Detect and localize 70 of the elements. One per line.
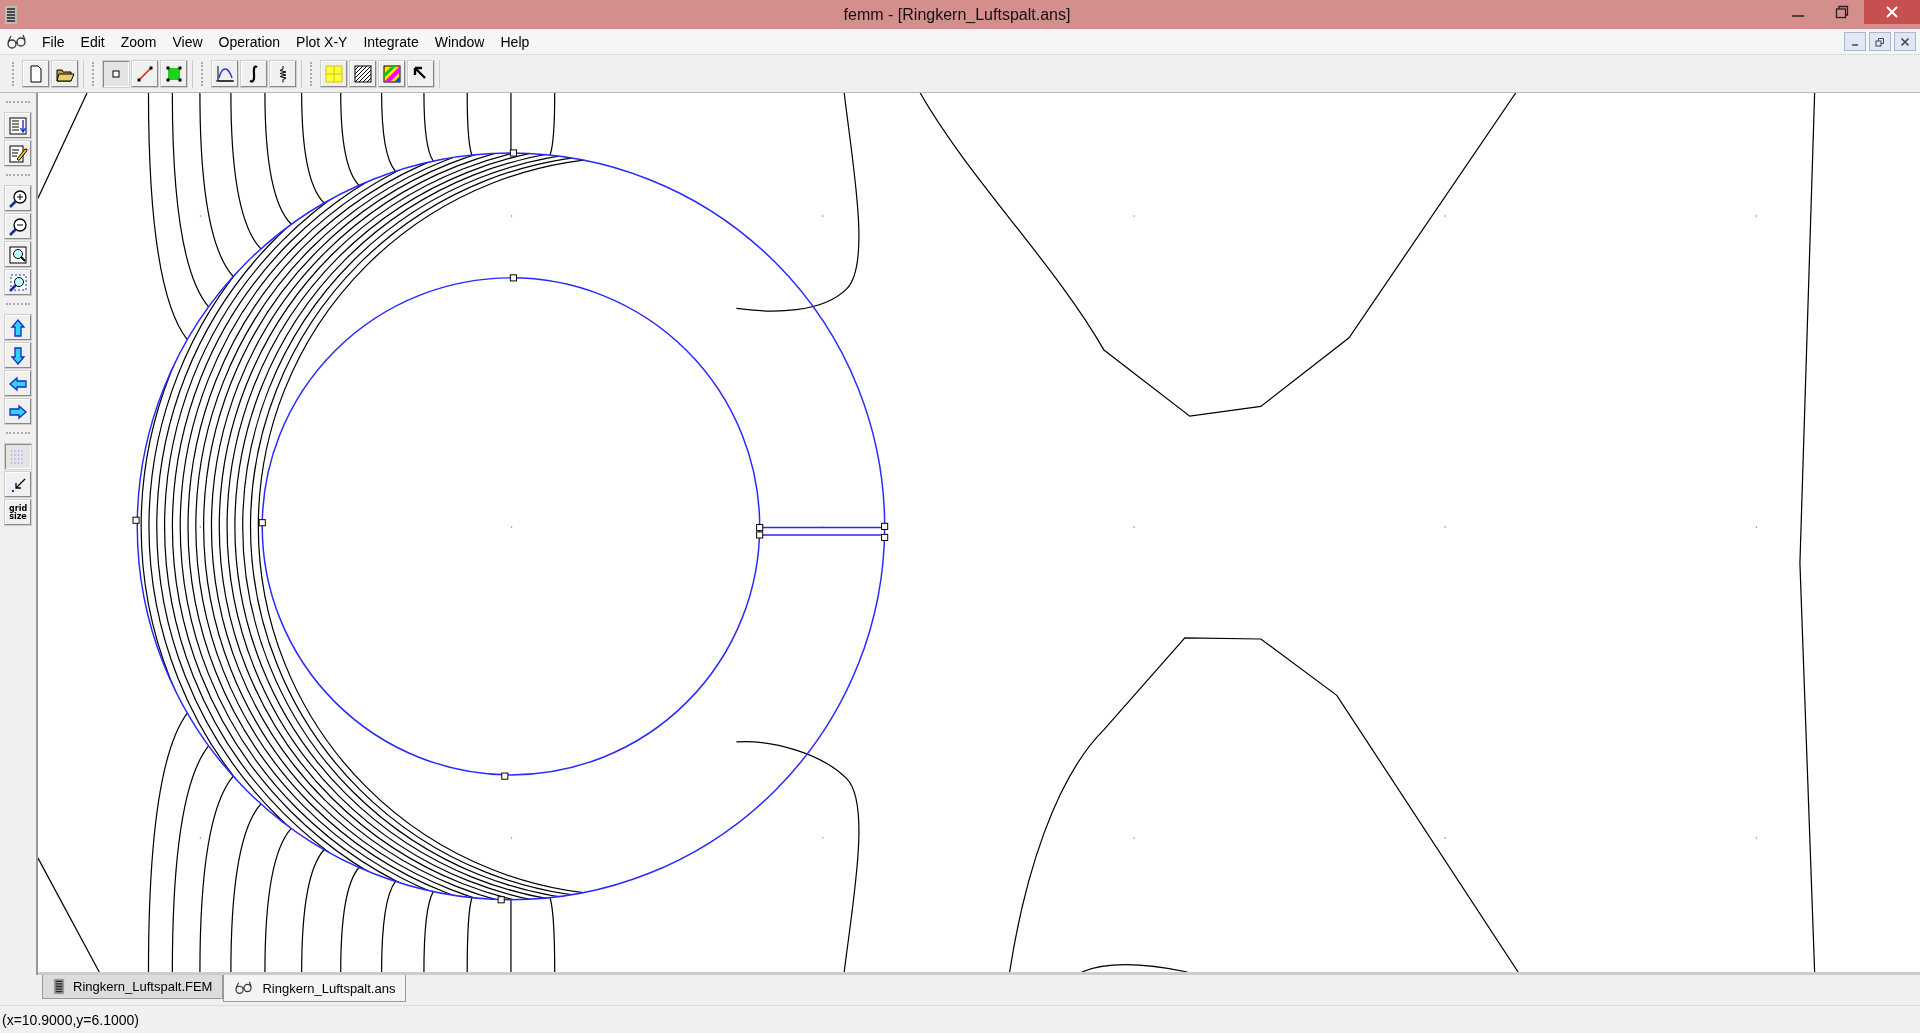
up-tool-button[interactable] <box>4 314 32 341</box>
document-restore-button[interactable] <box>1869 32 1891 51</box>
restore-icon <box>1835 5 1849 19</box>
menu-item[interactable]: Edit <box>72 33 113 50</box>
left-tool-button[interactable] <box>4 370 32 397</box>
mesh-node <box>258 519 266 527</box>
gridsize-tool-button[interactable]: grid size <box>4 499 32 526</box>
zoom-window-tool-button[interactable] <box>4 269 32 296</box>
hatch-icon <box>353 63 373 84</box>
close-button[interactable] <box>1864 0 1920 24</box>
menu-item[interactable]: Help <box>492 33 538 50</box>
report-tool-button[interactable] <box>4 112 32 139</box>
zoom-out-tool-button[interactable] <box>4 213 32 240</box>
integral-tool-button[interactable] <box>240 59 268 88</box>
mesh-node <box>881 533 889 541</box>
plot-tool-button[interactable] <box>211 59 239 88</box>
pointer-tool-button[interactable] <box>407 59 435 88</box>
new-tool-button[interactable] <box>22 59 50 88</box>
menu-item[interactable]: Integrate <box>355 33 427 50</box>
minimize-icon <box>1852 43 1858 46</box>
menu-item[interactable]: Operation <box>210 33 289 50</box>
node-tool-button[interactable] <box>102 59 130 88</box>
cursor-coordinates: (x=10.9000,y=6.1000) <box>2 1011 139 1028</box>
close-icon <box>1885 5 1899 19</box>
mesh-node <box>509 274 517 282</box>
close-icon <box>1900 36 1910 47</box>
right-tool-button[interactable] <box>4 398 32 425</box>
restore-icon <box>1875 36 1885 47</box>
snap-tool-button[interactable] <box>4 471 32 498</box>
zoom-in-icon <box>8 188 28 209</box>
colors-tool-button[interactable] <box>378 59 406 88</box>
circuit-tool-button[interactable] <box>269 59 297 88</box>
document-close-button[interactable] <box>1894 32 1916 51</box>
menu-item[interactable]: Plot X-Y <box>288 33 356 50</box>
edit-icon <box>8 143 28 164</box>
document-minimize-button[interactable] <box>1844 32 1866 51</box>
edit-tool-button[interactable] <box>4 140 32 167</box>
zoom-fit-icon <box>8 244 28 265</box>
open-tool-button[interactable] <box>51 59 79 88</box>
document-tab[interactable]: Ringkern_Luftspalt.ans <box>223 975 407 1002</box>
report-icon <box>8 115 28 136</box>
coil-icon <box>4 4 18 25</box>
color-map-icon <box>382 63 402 84</box>
mesh-node <box>132 516 140 524</box>
menu-item[interactable]: View <box>164 33 211 50</box>
minimize-icon <box>1792 15 1804 17</box>
zoom-out-icon <box>8 216 28 237</box>
zoom-in-tool-button[interactable] <box>4 185 32 212</box>
glasses-icon <box>234 980 255 996</box>
document-tab[interactable]: Ringkern_Luftspalt.FEM <box>42 975 224 999</box>
glasses-icon[interactable] <box>6 32 28 51</box>
mesh-node <box>881 522 889 530</box>
mesh-node <box>509 149 517 157</box>
menu-item[interactable]: File <box>34 33 73 50</box>
zoom-natural-tool-button[interactable] <box>4 241 32 268</box>
up-arrow-icon <box>8 317 28 338</box>
coil-icon <box>53 978 65 995</box>
xy-plot-icon <box>215 63 235 84</box>
down-arrow-icon <box>8 345 28 366</box>
mesh-node <box>501 772 509 780</box>
menu-item[interactable]: Window <box>426 33 493 50</box>
down-tool-button[interactable] <box>4 342 32 369</box>
density-tool-button[interactable] <box>349 59 377 88</box>
window-title: femm - [Ringkern_Luftspalt.ans] <box>842 5 1072 24</box>
segment-tool-button[interactable] <box>131 59 159 88</box>
block-tool-button[interactable] <box>160 59 188 88</box>
mesh-node <box>497 896 505 904</box>
menu-item[interactable]: Zoom <box>112 33 165 50</box>
grid-icon <box>324 63 344 84</box>
zoom-window-icon <box>8 272 28 293</box>
